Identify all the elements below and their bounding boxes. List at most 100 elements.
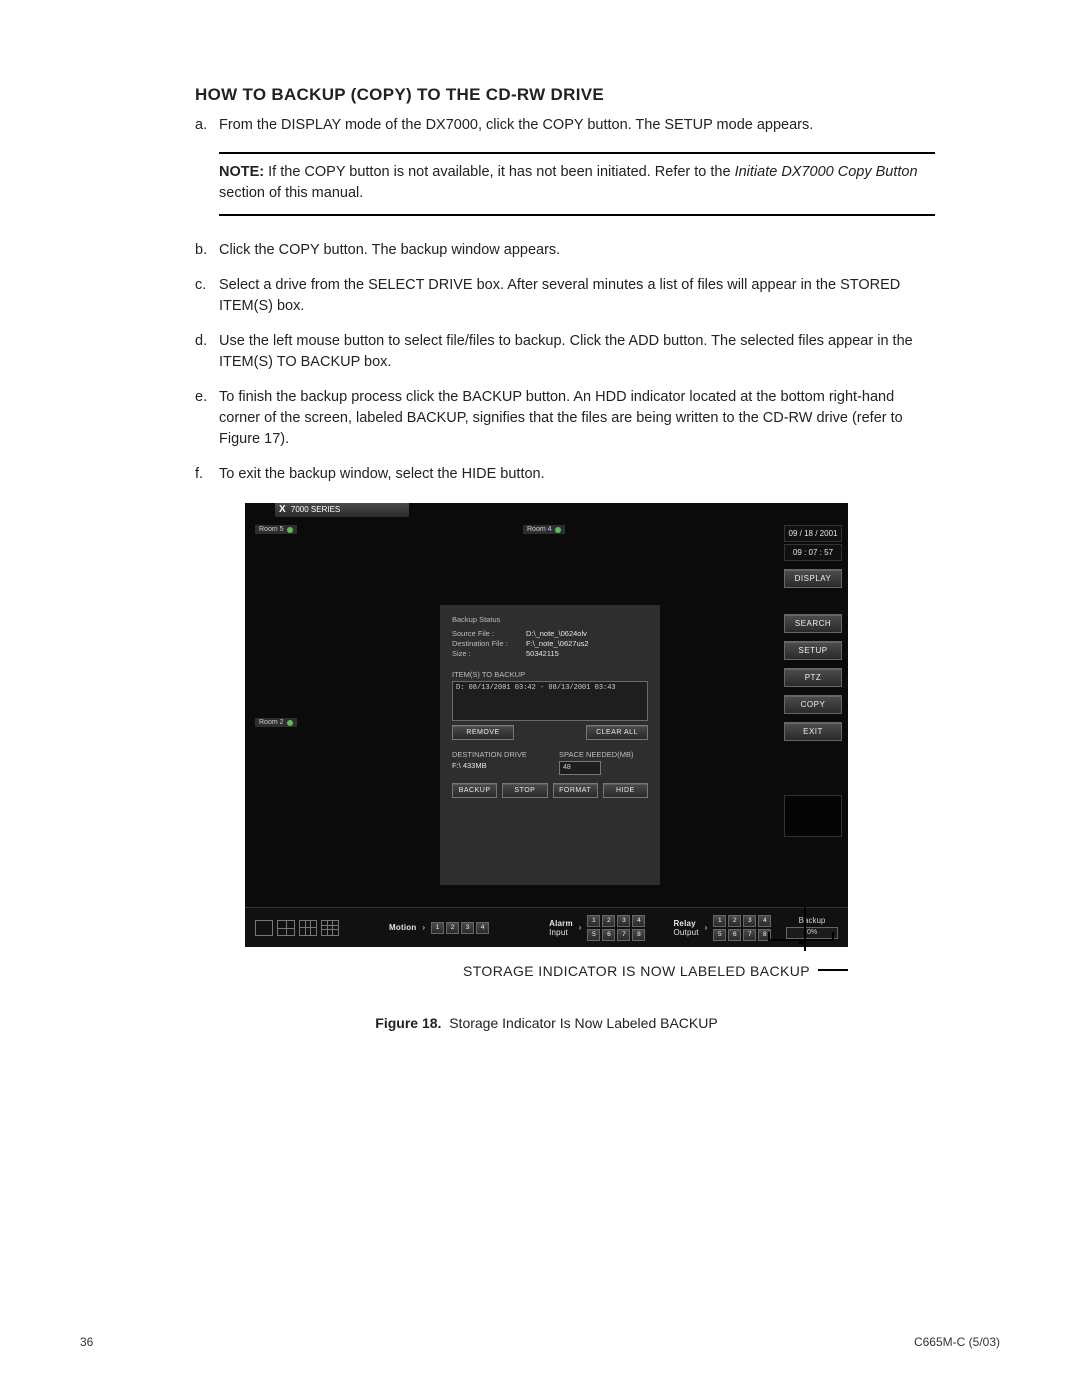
layout-4-icon[interactable]: [277, 920, 295, 936]
alarm-chip[interactable]: 3: [617, 915, 630, 927]
relay-chips: 1 2 3 4 5 6 7 8: [713, 915, 773, 941]
alarm-label: Alarm: [549, 919, 573, 928]
clear-all-button[interactable]: CLEAR ALL: [586, 725, 648, 740]
note-block: NOTE: If the COPY button is not availabl…: [219, 152, 935, 216]
layout-1-icon[interactable]: [255, 920, 273, 936]
brand-text: 7000 SERIES: [291, 505, 340, 514]
destination-file-row: Destination File : F:\_note_\0627us2: [452, 639, 648, 648]
doc-id: C665M-C (5/03): [914, 1335, 1000, 1349]
app-screenshot: X 7000 SERIES Room 5 Room 4 Room 2 09 / …: [245, 503, 848, 947]
figure-caption: Figure 18. Storage Indicator Is Now Labe…: [245, 1015, 848, 1031]
step-text: From the DISPLAY mode of the DX7000, cli…: [219, 115, 935, 136]
exit-button[interactable]: EXIT: [784, 722, 842, 741]
alarm-chip[interactable]: 1: [587, 915, 600, 927]
relay-chip[interactable]: 4: [758, 915, 771, 927]
figure-text: Storage Indicator Is Now Labeled BACKUP: [449, 1015, 717, 1031]
source-file-row: Source File : D:\_note_\0624olv: [452, 629, 648, 638]
step-text: Use the left mouse button to select file…: [219, 331, 935, 373]
figure-label: Figure 18.: [375, 1015, 441, 1031]
relay-chip[interactable]: 1: [713, 915, 726, 927]
note-text-2: section of this manual.: [219, 185, 363, 201]
backup-status-label: Backup Status: [452, 615, 648, 624]
callout-leader-vertical: [804, 907, 806, 951]
layout-6-icon[interactable]: [299, 920, 317, 936]
relay-chip[interactable]: 7: [743, 929, 756, 941]
date-display: 09 / 18 / 2001: [784, 525, 842, 542]
callout-bracket-icon: [768, 931, 834, 945]
relay-chip[interactable]: 3: [743, 915, 756, 927]
step-text: To exit the backup window, select the HI…: [219, 464, 935, 485]
alarm-chip[interactable]: 5: [587, 929, 600, 941]
ptz-button[interactable]: PTZ: [784, 668, 842, 687]
size-row: Size : 50342115: [452, 649, 648, 658]
camera-label-2: Room 4: [523, 525, 565, 534]
backup-dialog: Backup Status Source File : D:\_note_\06…: [440, 605, 660, 885]
step-text: To finish the backup process click the B…: [219, 387, 935, 450]
step-text: Select a drive from the SELECT DRIVE box…: [219, 275, 935, 317]
display-button[interactable]: DISPLAY: [784, 569, 842, 588]
camera-label-1: Room 5: [255, 525, 297, 534]
step-b: b. Click the COPY button. The backup win…: [195, 240, 935, 261]
step-d: d. Use the left mouse button to select f…: [195, 331, 935, 373]
section-title: HOW TO BACKUP (COPY) TO THE CD-RW DRIVE: [195, 85, 935, 105]
callout: STORAGE INDICATOR IS NOW LABELED BACKUP: [245, 963, 848, 979]
relay-group: Relay Output › 1 2 3 4 5 6 7 8: [673, 915, 773, 941]
relay-chip[interactable]: 5: [713, 929, 726, 941]
alarm-chip[interactable]: 2: [602, 915, 615, 927]
step-letter: e.: [195, 387, 219, 450]
time-display: 09 : 07 : 57: [784, 544, 842, 561]
motion-chip[interactable]: 2: [446, 922, 459, 934]
step-e: e. To finish the backup process click th…: [195, 387, 935, 450]
note-text-1: If the COPY button is not available, it …: [268, 164, 734, 180]
setup-button[interactable]: SETUP: [784, 641, 842, 660]
right-control-strip: 09 / 18 / 2001 09 : 07 : 57 DISPLAY SEAR…: [784, 525, 842, 837]
alarm-chip[interactable]: 7: [617, 929, 630, 941]
items-to-backup-list[interactable]: D: 08/13/2001 03:42 - 08/13/2001 03:43: [452, 681, 648, 721]
hide-button[interactable]: HIDE: [603, 783, 648, 798]
motion-group: Motion › 1 2 3 4: [389, 922, 489, 934]
page-footer: 36 C665M-C (5/03): [80, 1335, 1000, 1349]
bottom-bar: Motion › 1 2 3 4 Alarm Input ›: [245, 907, 848, 947]
items-to-backup-label: ITEM(S) TO BACKUP: [452, 670, 648, 679]
relay-label: Relay: [673, 919, 698, 928]
relay-chip[interactable]: 2: [728, 915, 741, 927]
step-letter: a.: [195, 115, 219, 136]
alarm-chip[interactable]: 6: [602, 929, 615, 941]
note-italic: Initiate DX7000 Copy Button: [735, 164, 918, 180]
motion-chips: 1 2 3 4: [431, 922, 489, 934]
backup-button[interactable]: BACKUP: [452, 783, 497, 798]
window-titlebar: X 7000 SERIES: [275, 503, 409, 517]
step-f: f. To exit the backup window, select the…: [195, 464, 935, 485]
stop-button[interactable]: STOP: [502, 783, 547, 798]
motion-chip[interactable]: 4: [476, 922, 489, 934]
motion-chip[interactable]: 1: [431, 922, 444, 934]
alarm-chip[interactable]: 4: [632, 915, 645, 927]
step-letter: c.: [195, 275, 219, 317]
format-button[interactable]: FORMAT: [553, 783, 598, 798]
layout-9-icon[interactable]: [321, 920, 339, 936]
space-needed-label: SPACE NEEDED(MB): [559, 750, 648, 759]
destination-drive-label: DESTINATION DRIVE: [452, 750, 541, 759]
search-button[interactable]: SEARCH: [784, 614, 842, 633]
step-a: a. From the DISPLAY mode of the DX7000, …: [195, 115, 935, 136]
alarm-group: Alarm Input › 1 2 3 4 5 6 7 8: [549, 915, 647, 941]
camera-label-3: Room 2: [255, 718, 297, 727]
backup-indicator-label: Backup: [786, 916, 838, 925]
activity-indicator: [784, 795, 842, 837]
step-text: Click the COPY button. The backup window…: [219, 240, 935, 261]
destination-drive-value: F:\ 433MB: [452, 761, 541, 770]
relay-chip[interactable]: 6: [728, 929, 741, 941]
status-dot-icon: [555, 527, 561, 533]
step-letter: d.: [195, 331, 219, 373]
step-c: c. Select a drive from the SELECT DRIVE …: [195, 275, 935, 317]
copy-button[interactable]: COPY: [784, 695, 842, 714]
remove-button[interactable]: REMOVE: [452, 725, 514, 740]
output-label: Output: [673, 928, 698, 937]
alarm-chip[interactable]: 8: [632, 929, 645, 941]
space-needed-field[interactable]: 48: [559, 761, 601, 775]
motion-chip[interactable]: 3: [461, 922, 474, 934]
brand-x-icon: X: [279, 503, 286, 517]
motion-label: Motion: [389, 923, 416, 932]
status-dot-icon: [287, 527, 293, 533]
layout-icons: [255, 920, 339, 936]
